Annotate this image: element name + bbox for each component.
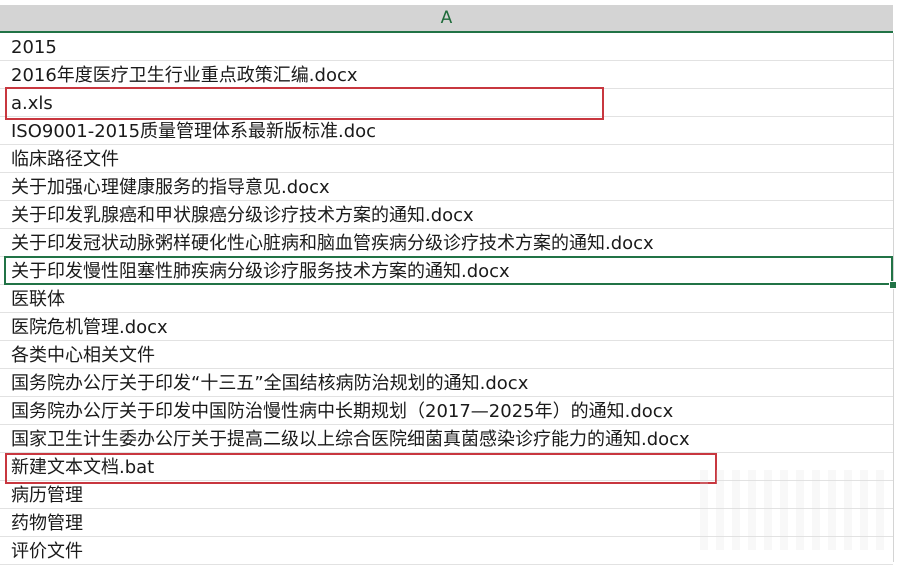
cell-a14: 国务院办公厅关于印发中国防治慢性病中长期规划（2017—2025年）的通知.do… <box>11 401 674 422</box>
cell-a6: 关于加强心理健康服务的指导意见.docx <box>11 177 330 198</box>
table-row[interactable]: 国家卫生计生委办公厅关于提高二级以上综合医院细菌真菌感染诊疗能力的通知.docx <box>0 425 893 453</box>
cell-a15: 国家卫生计生委办公厅关于提高二级以上综合医院细菌真菌感染诊疗能力的通知.docx <box>11 429 690 450</box>
cell-a16: 新建文本文档.bat <box>11 457 155 478</box>
watermark <box>700 470 890 550</box>
column-header-label: A <box>440 8 453 28</box>
fill-handle[interactable] <box>889 281 897 289</box>
table-row[interactable]: 2016年度医疗卫生行业重点政策汇编.docx <box>0 61 893 89</box>
table-row[interactable]: 国务院办公厅关于印发中国防治慢性病中长期规划（2017—2025年）的通知.do… <box>0 397 893 425</box>
table-row[interactable]: 关于加强心理健康服务的指导意见.docx <box>0 173 893 201</box>
table-row[interactable]: 医联体 <box>0 285 893 313</box>
table-row[interactable]: 各类中心相关文件 <box>0 341 893 369</box>
cell-a2: 2016年度医疗卫生行业重点政策汇编.docx <box>11 65 358 86</box>
table-row[interactable]: 国务院办公厅关于印发“十三五”全国结核病防治规划的通知.docx <box>0 369 893 397</box>
cell-a1: 2015 <box>11 37 57 58</box>
table-row[interactable]: ISO9001-2015质量管理体系最新版标准.doc <box>0 117 893 145</box>
table-row[interactable]: 关于印发冠状动脉粥样硬化性心脏病和脑血管疾病分级诊疗技术方案的通知.docx <box>0 229 893 257</box>
cell-a4: ISO9001-2015质量管理体系最新版标准.doc <box>11 121 377 142</box>
spreadsheet: A 2015 2016年度医疗卫生行业重点政策汇编.docx a.xls ISO… <box>0 0 905 565</box>
cell-a13: 国务院办公厅关于印发“十三五”全国结核病防治规划的通知.docx <box>11 373 529 394</box>
column-header-a[interactable]: A <box>0 5 893 33</box>
cell-a5: 临床路径文件 <box>11 149 119 170</box>
table-row[interactable]: a.xls <box>0 89 893 117</box>
cell-a17: 病历管理 <box>11 485 83 506</box>
cell-a8: 关于印发冠状动脉粥样硬化性心脏病和脑血管疾病分级诊疗技术方案的通知.docx <box>11 233 654 254</box>
cell-a19: 评价文件 <box>11 541 83 562</box>
table-row[interactable]: 关于印发慢性阻塞性肺疾病分级诊疗服务技术方案的通知.docx <box>0 257 893 285</box>
cell-a3: a.xls <box>11 93 53 114</box>
table-row[interactable]: 关于印发乳腺癌和甲状腺癌分级诊疗技术方案的通知.docx <box>0 201 893 229</box>
cell-a9: 关于印发慢性阻塞性肺疾病分级诊疗服务技术方案的通知.docx <box>11 261 510 282</box>
cell-a12: 各类中心相关文件 <box>11 345 155 366</box>
cell-a18: 药物管理 <box>11 513 83 534</box>
table-row[interactable]: 临床路径文件 <box>0 145 893 173</box>
cell-a11: 医院危机管理.docx <box>11 317 168 338</box>
cell-a10: 医联体 <box>11 289 65 310</box>
column-divider <box>893 33 894 562</box>
table-row[interactable]: 2015 <box>0 33 893 61</box>
table-row[interactable]: 医院危机管理.docx <box>0 313 893 341</box>
cell-a7: 关于印发乳腺癌和甲状腺癌分级诊疗技术方案的通知.docx <box>11 205 474 226</box>
